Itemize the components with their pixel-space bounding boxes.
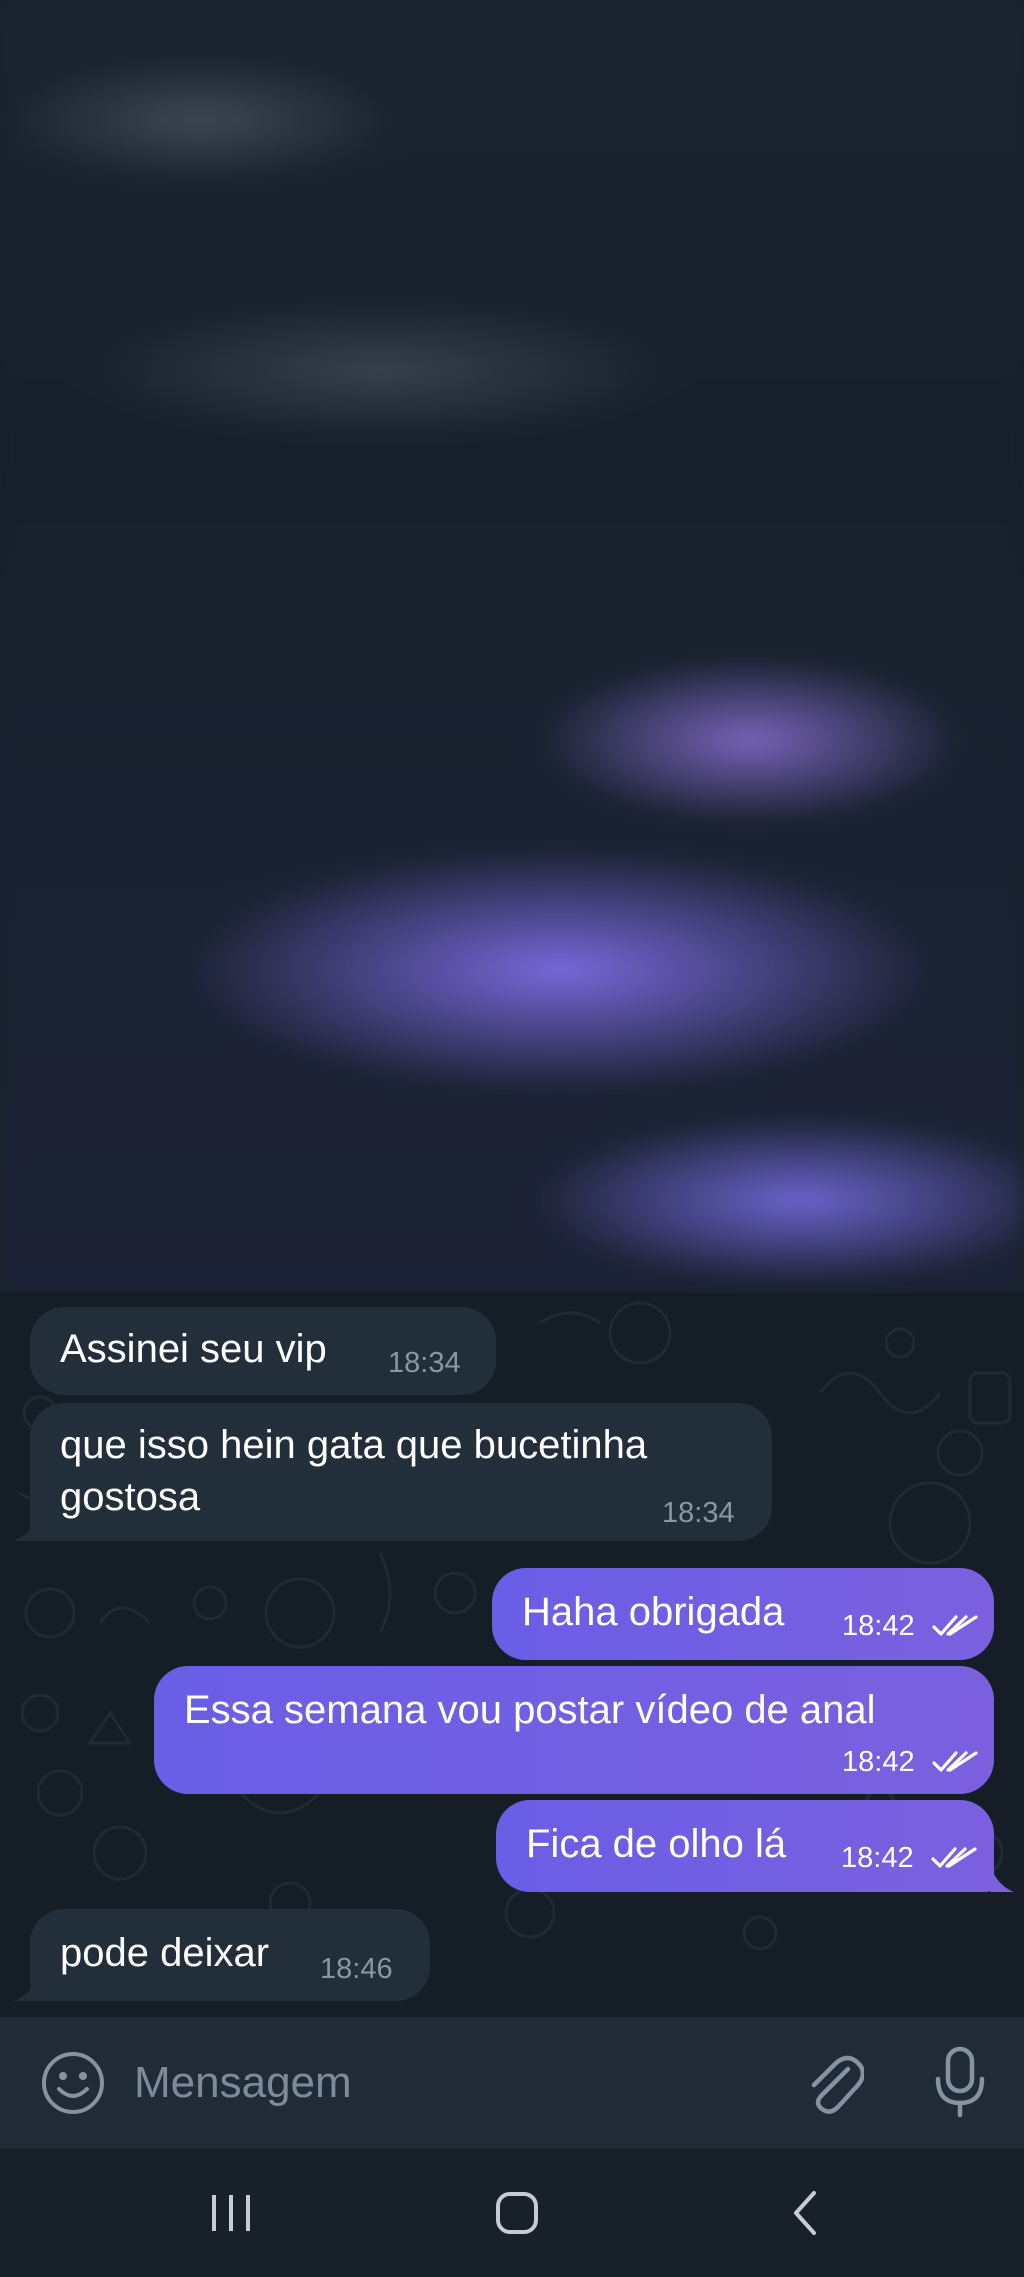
message-time: 18:42 [841, 1842, 914, 1874]
message-time: 18:34 [388, 1347, 461, 1379]
message-bubble-outgoing[interactable]: Fica de olho lá 18:42 [496, 1800, 994, 1892]
read-checkmarks-icon [932, 1615, 978, 1636]
bubble-tail [14, 1511, 42, 1541]
recents-icon[interactable] [208, 2191, 254, 2235]
message-text: Fica de olho lá [526, 1822, 787, 1866]
message-text: pode deixar [60, 1931, 270, 1975]
message-text: Assinei seu vip [60, 1327, 327, 1371]
system-navigation-bar [0, 2149, 1024, 2277]
message-time: 18:34 [662, 1497, 735, 1529]
message-text: Essa semana vou postar vídeo de anal [184, 1688, 876, 1732]
message-time: 18:42 [842, 1746, 915, 1778]
home-icon[interactable] [494, 2190, 540, 2236]
message-text: Haha obrigada [522, 1590, 785, 1634]
read-checkmarks-icon [932, 1751, 978, 1772]
message-text: que isso hein gata que bucetinha gostosa [60, 1423, 648, 1519]
read-checkmarks-icon [931, 1847, 977, 1868]
message-bubble-incoming[interactable]: pode deixar 18:46 [30, 1909, 430, 2001]
back-icon[interactable] [790, 2189, 820, 2237]
message-bubble-incoming[interactable]: Assinei seu vip 18:34 [30, 1307, 496, 1395]
message-time: 18:42 [842, 1610, 915, 1642]
bubble-tail [14, 1971, 42, 2001]
message-composer: Mensagem [0, 2017, 1024, 2149]
microphone-icon[interactable] [932, 2045, 988, 2119]
message-bubble-incoming[interactable]: que isso hein gata que bucetinha gostosa… [30, 1403, 772, 1541]
message-bubble-outgoing[interactable]: Essa semana vou postar vídeo de anal 18:… [154, 1666, 994, 1794]
smile-icon[interactable] [40, 2050, 106, 2116]
chat-messages-area[interactable]: Assinei seu vip 18:34 que isso hein gata… [0, 1293, 1024, 2017]
bubble-tail [990, 1866, 1014, 1892]
message-input[interactable]: Mensagem [134, 2057, 352, 2109]
paperclip-icon[interactable] [800, 2047, 864, 2117]
blurred-media-preview [0, 0, 1024, 1293]
message-bubble-outgoing[interactable]: Haha obrigada 18:42 [492, 1568, 994, 1660]
message-time: 18:46 [320, 1953, 393, 1985]
